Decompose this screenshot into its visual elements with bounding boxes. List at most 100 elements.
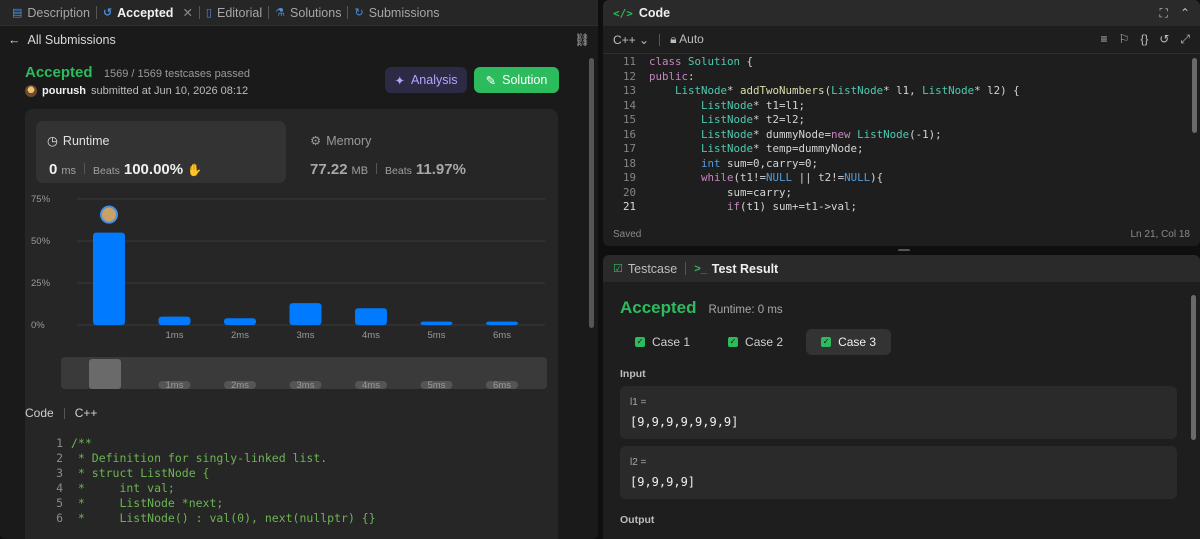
code-line: 1 /**	[25, 436, 558, 451]
line-number: 11	[622, 55, 636, 68]
chevron-up-icon[interactable]: ⌃	[1180, 6, 1190, 21]
case-3-tab[interactable]: ✓ Case 3	[806, 329, 892, 355]
close-tab-icon[interactable]: ✕	[182, 5, 192, 20]
x-tick-label: 6ms	[493, 330, 511, 341]
editor-line: 19 while(t1!=NULL || t2!=NULL){	[603, 171, 1200, 186]
case-1-tab[interactable]: ✓ Case 1	[620, 329, 705, 355]
auto-mode[interactable]: 🔒︎ Auto	[670, 32, 704, 47]
y-tick-label: 75%	[31, 194, 51, 205]
minimap-label: 3ms	[297, 380, 315, 391]
check-icon: ✓	[635, 337, 645, 347]
editor-status-bar: Saved Ln 21, Col 18	[603, 222, 1200, 246]
y-tick-label: 50%	[31, 236, 51, 247]
code-line: 4 * int val;	[25, 481, 558, 496]
submitted-time: submitted at Jun 10, 2026 08:12	[91, 85, 249, 97]
editor-line: 14 ListNode* t1=l1;	[603, 99, 1200, 114]
x-tick-label: 5ms	[428, 330, 446, 341]
case-2-tab[interactable]: ✓ Case 2	[713, 329, 798, 355]
runtime-bar[interactable]	[289, 303, 322, 325]
check-icon: ✓	[728, 337, 739, 347]
solution-button[interactable]: ✎ Solution	[474, 67, 559, 93]
code-text: ListNode* dummyNode=new ListNode(-1);	[701, 127, 942, 141]
runtime-bar[interactable]	[486, 321, 518, 325]
separator	[63, 407, 65, 419]
lock-icon: 🔒︎	[670, 32, 677, 46]
line-number: 1	[56, 436, 63, 450]
language-select[interactable]: C++ ⌄	[613, 33, 649, 47]
memory-title[interactable]: ⚙ Memory	[310, 133, 371, 149]
bookmark-icon[interactable]: ⚐	[1119, 32, 1130, 47]
separator	[685, 262, 687, 275]
tab-testcase[interactable]: ☑ Testcase	[613, 262, 677, 276]
username[interactable]: pourush	[42, 85, 86, 97]
y-tick-label: 25%	[31, 278, 51, 289]
editor-scrollbar[interactable]	[1192, 58, 1197, 133]
editor-title: </> Code	[613, 6, 671, 20]
tab-test-result[interactable]: >_ Test Result	[694, 262, 778, 276]
tab-submissions[interactable]: ↻ Submissions	[348, 0, 445, 26]
runtime-distribution-chart[interactable]: 75% 50% 25% 0% 1ms 2ms 3ms 4ms 5ms 6ms 1ms 2ms 3ms 4m…	[25, 189, 558, 439]
line-number: 14	[622, 98, 636, 112]
code-text: * ListNode() : val(0), next(nullptr) {}	[71, 511, 376, 525]
line-number: 18	[622, 156, 636, 170]
format-icon[interactable]: ≡	[1101, 32, 1108, 47]
code-text: ListNode* addTwoNumbers(ListNode* l1, Li…	[675, 84, 1020, 97]
editor-line: 18 int sum=0,carry=0;	[603, 157, 1200, 172]
all-submissions-bar: ← All Submissions ⛓	[0, 26, 598, 54]
reset-icon[interactable]: ↺	[1159, 32, 1169, 47]
settings-icon[interactable]: ⤢	[1180, 32, 1190, 47]
code-text: * int val;	[71, 481, 175, 495]
scrollbar[interactable]	[589, 58, 594, 328]
runtime-bar[interactable]	[420, 321, 453, 325]
code-text: /**	[71, 436, 92, 450]
stats-card: ◷ Runtime 0 ms Beats 100.00% ✋ ⚙ Memory …	[25, 109, 558, 439]
analysis-button[interactable]: ✦ Analysis	[385, 67, 467, 93]
submitter-line: pourush submitted at Jun 10, 2026 08:12	[25, 85, 248, 97]
minimap-label: 5ms	[428, 380, 446, 391]
line-number: 13	[622, 84, 636, 97]
editor-code-area[interactable]: 11 class Solution {12 public: 13 ListNode* …	[603, 55, 1200, 213]
result-status: Accepted Runtime: 0 ms	[620, 298, 783, 317]
submitted-code[interactable]: 1/** 2 * Definition for singly-linked lis…	[25, 427, 558, 539]
tab-accepted[interactable]: ↺ Accepted ✕	[97, 0, 199, 26]
avatar[interactable]	[25, 85, 37, 97]
minimap-label: 6ms	[493, 380, 511, 391]
tab-solutions[interactable]: ⚗ Solutions	[269, 0, 347, 26]
code-text: sum=carry;	[649, 185, 793, 199]
x-tick-label: 4ms	[362, 330, 380, 341]
line-number: 21	[622, 200, 636, 213]
editor-line: 11 class Solution {	[603, 55, 1200, 70]
cursor-position: Ln 21, Col 18	[1130, 228, 1191, 240]
code-text: int sum=0,carry=0;	[701, 156, 819, 170]
separator	[84, 163, 86, 174]
editor-line: 15 ListNode* t2=l2;	[603, 113, 1200, 128]
line-number: 12	[622, 69, 636, 83]
line-number: 5	[56, 496, 63, 510]
clap-icon: ✋	[187, 163, 203, 177]
line-number: 19	[622, 171, 636, 184]
line-number: 6	[56, 511, 63, 525]
result-scrollbar[interactable]	[1191, 295, 1196, 440]
code-line: 5 * ListNode *next;	[25, 496, 558, 511]
tab-description[interactable]: ▤ Description	[6, 0, 96, 26]
fullscreen-icon[interactable]: ⛶	[1160, 6, 1168, 21]
case-tabs: ✓ Case 1 ✓ Case 2 ✓ Case 3	[620, 329, 892, 355]
check-icon: ✓	[821, 337, 832, 347]
braces-icon[interactable]: {}	[1140, 32, 1148, 47]
runtime-bar[interactable]	[355, 308, 387, 325]
tab-editorial[interactable]: ▯ Editorial	[200, 0, 268, 26]
line-number: 15	[622, 113, 636, 126]
edit-icon: ✎	[485, 73, 497, 88]
code-text: public:	[649, 69, 695, 83]
runtime-bar[interactable]	[158, 316, 191, 325]
runtime-bar[interactable]	[93, 232, 125, 325]
link-icon[interactable]: ⛓	[574, 33, 590, 48]
panel-resize-handle[interactable]	[603, 247, 1200, 253]
all-submissions-link[interactable]: ← All Submissions	[8, 33, 116, 47]
runtime-bar[interactable]	[224, 318, 256, 325]
runtime-box[interactable]: ◷ Runtime 0 ms Beats 100.00% ✋	[36, 121, 286, 183]
history-icon: ↺	[102, 7, 113, 19]
status-row: Accepted 1569 / 1569 testcases passed	[25, 64, 250, 81]
code-text: while(t1!=NULL || t2!=NULL){	[701, 171, 884, 184]
editor-line: 12 public:	[603, 70, 1200, 85]
